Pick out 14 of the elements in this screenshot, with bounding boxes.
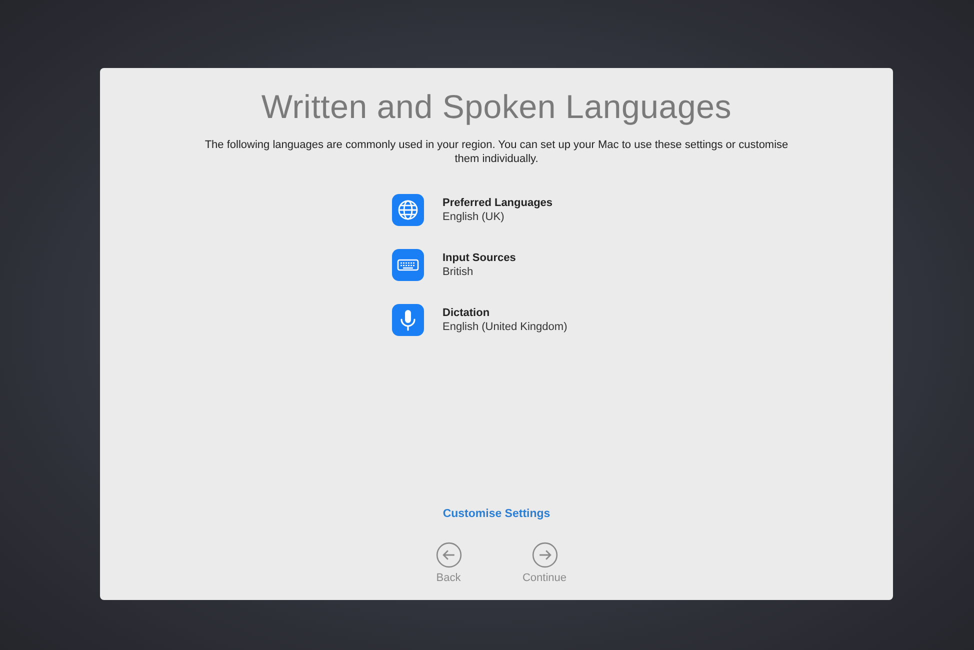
keyboard-icon	[392, 249, 424, 281]
setting-value: English (United Kingdom)	[442, 321, 568, 333]
continue-button[interactable]: Continue	[516, 542, 572, 584]
setting-name: Preferred Languages	[442, 197, 553, 209]
setting-value: English (UK)	[442, 211, 506, 223]
setting-value: British	[442, 266, 474, 278]
back-button[interactable]: Back	[420, 542, 476, 584]
description-text: The following languages are commonly used in your region. You can set up your Mac to use these settings or customise them individually.	[204, 138, 790, 166]
customise-settings-link[interactable]: Customise Settings	[442, 508, 550, 520]
setting-name: Dictation	[442, 307, 491, 319]
page-title: Written and Spoken Languages	[261, 88, 732, 126]
setting-name: Input Sources	[442, 252, 516, 264]
microphone-icon	[392, 304, 424, 336]
globe-icon	[392, 194, 424, 226]
